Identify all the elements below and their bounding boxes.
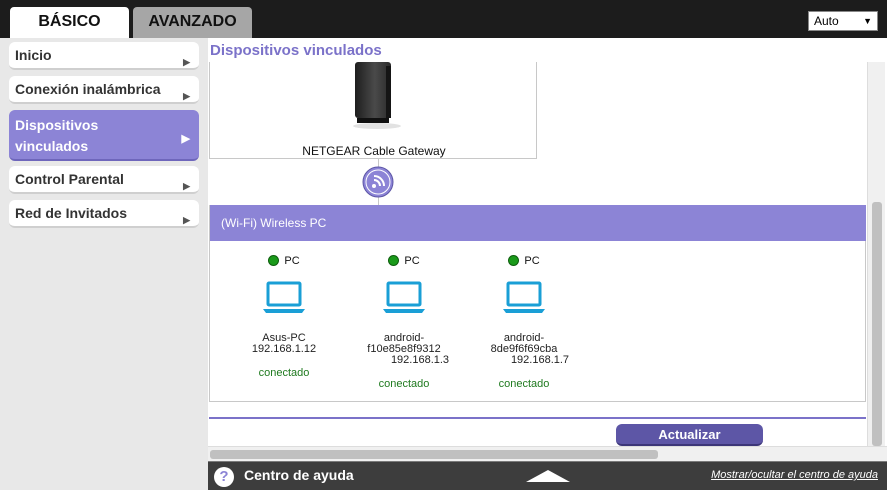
chevron-right-icon: ▶ xyxy=(181,132,190,145)
device-name: Asus-PC 192.168.1.12 xyxy=(224,333,344,355)
sidebar-item-dispositivos-vinculados[interactable]: Dispositivos vinculados ▶ xyxy=(9,110,199,161)
language-select[interactable]: Auto ▼ xyxy=(808,11,878,31)
section-divider xyxy=(209,417,866,419)
sidebar-item-label: Red de Invitados xyxy=(15,205,128,221)
tab-basic[interactable]: BÁSICO xyxy=(10,7,129,38)
device-connection-status: conectado xyxy=(498,378,550,390)
sidebar-item-label: Inicio xyxy=(15,47,52,63)
device-name: android- f10e85e8f9312 192.168.1.3 xyxy=(344,333,464,366)
sidebar-item-label-line2: vinculados xyxy=(15,138,89,154)
device-type: PC xyxy=(284,255,300,267)
laptop-icon xyxy=(263,281,305,313)
chevron-right-icon: ▶ xyxy=(183,91,190,101)
sidebar: Inicio ▶ Conexión inalámbrica ▶ Disposit… xyxy=(0,38,208,490)
sidebar-item-control-parental[interactable]: Control Parental ▶ xyxy=(9,166,199,194)
device-status: PC xyxy=(344,255,464,267)
sidebar-item-label: Control Parental xyxy=(15,171,124,187)
status-dot-icon xyxy=(388,255,400,266)
chevron-right-icon: ▶ xyxy=(183,57,190,67)
device-connection-status: conectado xyxy=(378,378,430,390)
page-title: Dispositivos vinculados xyxy=(210,42,382,59)
sidebar-item-label: Conexión inalámbrica xyxy=(15,81,161,97)
router-icon xyxy=(353,62,401,129)
device-status: PC xyxy=(224,255,344,267)
device-ip: 192.168.1.12 xyxy=(251,343,317,355)
gateway-label: NETGEAR Cable Gateway xyxy=(302,144,446,158)
top-tab-bar: BÁSICO AVANZADO Auto ▼ xyxy=(0,0,887,38)
laptop-icon xyxy=(383,281,425,313)
device-ip: 192.168.1.7 xyxy=(510,354,570,366)
chevron-down-icon: ▼ xyxy=(863,16,872,26)
device-status: PC xyxy=(464,255,584,267)
device-type: PC xyxy=(404,255,420,267)
main-content: Dispositivos vinculados NETGEAR Cable Ga… xyxy=(208,38,887,461)
refresh-button[interactable]: Actualizar xyxy=(616,424,763,446)
vertical-scrollbar-thumb[interactable] xyxy=(872,202,882,446)
device-ip: 192.168.1.3 xyxy=(390,354,450,366)
sidebar-item-conexion-inalambrica[interactable]: Conexión inalámbrica ▶ xyxy=(9,76,199,104)
wifi-icon xyxy=(362,166,394,198)
horizontal-scrollbar-thumb[interactable] xyxy=(210,450,658,459)
sidebar-item-inicio[interactable]: Inicio ▶ xyxy=(9,42,199,70)
help-center-title: Centro de ayuda xyxy=(244,467,354,483)
status-dot-icon xyxy=(268,255,280,266)
help-center-bar: ? Centro de ayuda Mostrar/ocultar el cen… xyxy=(208,461,887,490)
sidebar-item-label-line1: Dispositivos xyxy=(15,117,99,133)
laptop-icon xyxy=(503,281,545,313)
wifi-panel-header: (Wi-Fi) Wireless PC xyxy=(210,205,866,241)
chevron-up-icon[interactable] xyxy=(526,470,570,482)
status-dot-icon xyxy=(508,255,520,266)
device-type: PC xyxy=(524,255,540,267)
wifi-devices-panel: (Wi-Fi) Wireless PC PC Asus-PC 192.168.1… xyxy=(209,205,866,402)
vertical-scrollbar[interactable] xyxy=(867,62,885,446)
device-map-scroll-area[interactable]: NETGEAR Cable Gateway (Wi-Fi) Wireless P… xyxy=(209,62,866,446)
chevron-right-icon: ▶ xyxy=(183,215,190,225)
toggle-help-center-link[interactable]: Mostrar/ocultar el centro de ayuda xyxy=(711,469,878,481)
sidebar-item-red-de-invitados[interactable]: Red de Invitados ▶ xyxy=(9,200,199,228)
device-name: android- 8de9f6f69cba 192.168.1.7 xyxy=(464,333,584,366)
horizontal-scrollbar[interactable] xyxy=(208,446,887,461)
help-icon[interactable]: ? xyxy=(214,467,234,487)
tab-advanced[interactable]: AVANZADO xyxy=(133,7,252,38)
device-connection-status: conectado xyxy=(258,367,310,379)
chevron-right-icon: ▶ xyxy=(183,181,190,191)
language-select-value: Auto xyxy=(814,14,839,28)
gateway-box: NETGEAR Cable Gateway xyxy=(209,62,537,159)
